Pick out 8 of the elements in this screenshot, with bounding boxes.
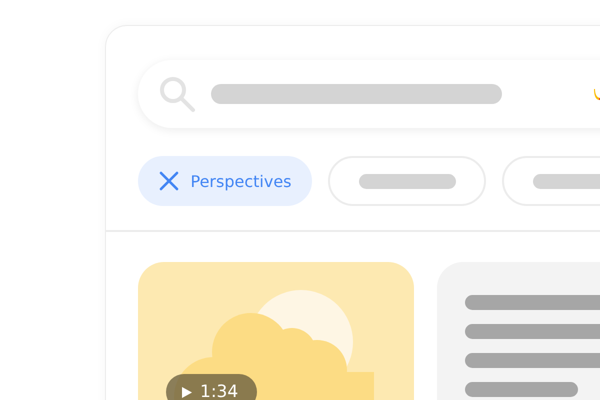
filter-chip[interactable] [328,156,486,206]
play-icon [182,386,192,398]
video-thumbnail[interactable]: 1:34 [138,262,414,400]
filter-chip[interactable]: Perspectives [138,156,312,206]
video-duration: 1:34 [200,382,238,400]
search-icon [158,75,196,113]
article-card[interactable] [437,262,600,400]
close-icon [158,171,178,191]
